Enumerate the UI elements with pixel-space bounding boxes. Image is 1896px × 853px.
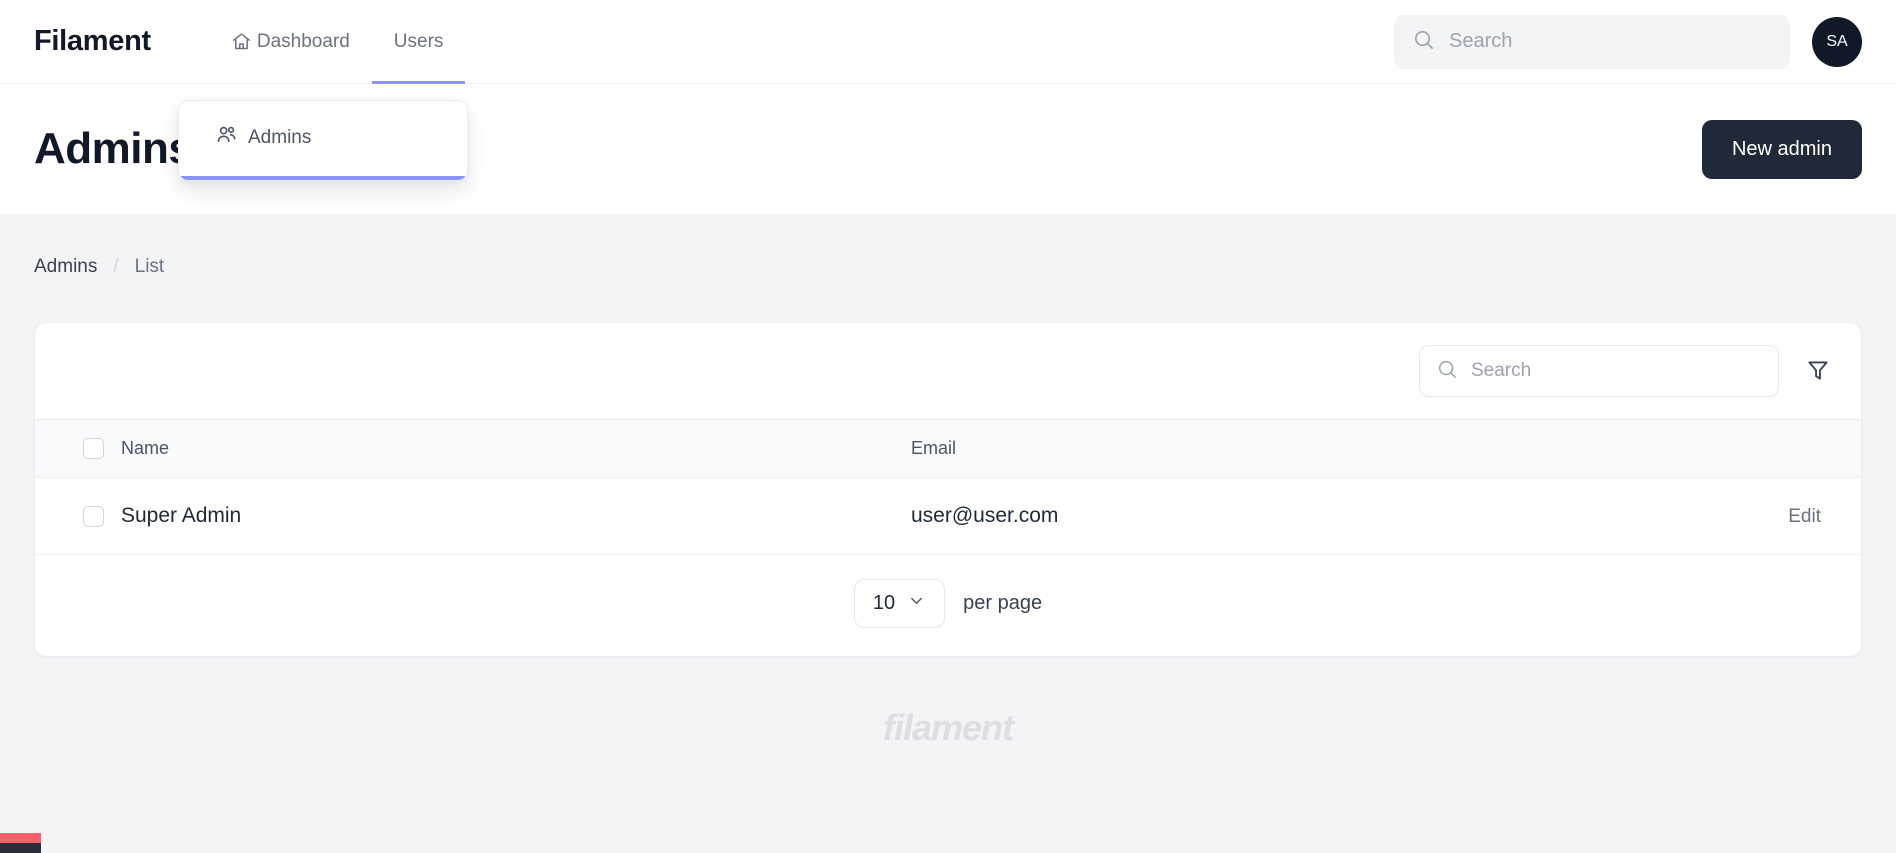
- nav-underline-dashboard: [209, 81, 372, 84]
- search-icon: [1436, 358, 1458, 385]
- home-icon: [231, 31, 252, 52]
- dropdown-item-admins[interactable]: Admins: [179, 101, 467, 176]
- content-area: Name Email Super Admin user@user.com Edi…: [0, 278, 1896, 749]
- table-row[interactable]: Super Admin user@user.com Edit: [35, 477, 1861, 555]
- row-checkbox[interactable]: [83, 505, 104, 527]
- brand-logo[interactable]: Filament: [34, 25, 151, 58]
- filter-button[interactable]: [1801, 354, 1835, 388]
- primary-navigation: Dashboard Users: [209, 0, 466, 84]
- footer-logo: filament: [34, 657, 1862, 749]
- top-navbar: Filament Dashboard Users Search SA: [0, 0, 1896, 84]
- column-header-email[interactable]: Email: [911, 420, 1547, 478]
- admins-table: Name Email Super Admin user@user.com Edi…: [35, 419, 1861, 555]
- nav-item-dashboard[interactable]: Dashboard: [209, 0, 372, 84]
- global-search-input[interactable]: [1449, 30, 1772, 53]
- dropdown-accent-bar: [181, 176, 465, 180]
- cell-email: user@user.com: [911, 477, 1548, 555]
- user-avatar[interactable]: SA: [1812, 16, 1862, 67]
- users-group-icon: [215, 123, 238, 152]
- funnel-icon: [1805, 357, 1831, 386]
- search-icon: [1412, 28, 1435, 56]
- cell-name: Super Admin: [121, 477, 911, 555]
- row-select-cell: [35, 477, 121, 555]
- nav-underline-users: [371, 80, 466, 84]
- chevron-down-icon: [907, 591, 926, 616]
- page-title: Admins: [34, 124, 193, 173]
- breadcrumb-separator: /: [113, 256, 119, 277]
- table-pagination: 10 per page: [35, 555, 1861, 656]
- per-page-label: per page: [963, 592, 1043, 614]
- breadcrumb-current: List: [134, 256, 165, 277]
- breadcrumb-root[interactable]: Admins: [34, 256, 97, 278]
- per-page-value: 10: [872, 592, 896, 614]
- select-all-checkbox[interactable]: [83, 438, 104, 459]
- top-navbar-right: SA: [1394, 14, 1862, 69]
- debug-bar-accent: [0, 833, 41, 843]
- table-toolbar: [35, 323, 1861, 419]
- avatar-initials: SA: [1826, 32, 1848, 50]
- debug-bar-body: [0, 843, 41, 853]
- per-page-select[interactable]: 10: [853, 579, 946, 628]
- table-search[interactable]: [1419, 345, 1779, 397]
- nav-item-users-label: Users: [393, 30, 444, 52]
- table-search-input[interactable]: [1471, 360, 1762, 382]
- admins-table-card: Name Email Super Admin user@user.com Edi…: [34, 322, 1862, 657]
- global-search[interactable]: [1394, 14, 1790, 69]
- column-header-actions: [1547, 420, 1861, 478]
- column-header-name[interactable]: Name: [121, 420, 911, 478]
- table-header-row: Name Email: [35, 419, 1861, 478]
- new-admin-button[interactable]: New admin: [1701, 119, 1862, 179]
- debug-bar[interactable]: [0, 833, 41, 853]
- select-all-header: [35, 420, 121, 478]
- footer-logo-text: filament: [882, 707, 1014, 748]
- nav-item-dashboard-label: Dashboard: [256, 30, 350, 52]
- breadcrumb: Admins / List: [0, 214, 1896, 278]
- table-head: Name Email: [35, 419, 1861, 478]
- nav-item-users[interactable]: Users: [371, 0, 466, 84]
- users-dropdown-menu: Admins: [178, 100, 468, 181]
- cell-actions: Edit: [1547, 477, 1861, 555]
- dropdown-item-admins-label: Admins: [248, 126, 312, 148]
- table-body: Super Admin user@user.com Edit: [35, 477, 1861, 555]
- edit-link[interactable]: Edit: [1788, 506, 1821, 527]
